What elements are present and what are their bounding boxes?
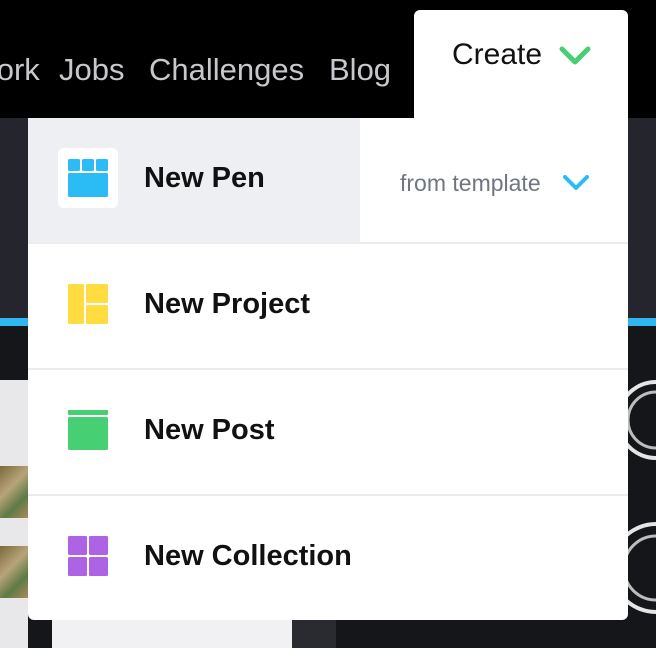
create-label: Create bbox=[452, 38, 543, 71]
collection-grid-icon bbox=[58, 526, 118, 586]
new-project-label: New Project bbox=[144, 288, 310, 320]
from-template-link[interactable]: from template bbox=[400, 168, 541, 198]
blue-divider-line bbox=[0, 318, 28, 326]
menu-item-new-post[interactable]: New Post bbox=[28, 370, 628, 496]
nav-link-challenges[interactable]: Challenges bbox=[149, 50, 304, 90]
create-dropdown-menu: New Pen from template New Project New Po… bbox=[28, 118, 628, 620]
background-thumbnail bbox=[0, 466, 28, 518]
nav-link-jobs[interactable]: Jobs bbox=[59, 50, 124, 90]
blue-divider-line bbox=[628, 318, 656, 326]
pen-grid-icon bbox=[58, 148, 118, 208]
new-post-label: New Post bbox=[144, 414, 275, 446]
background-card bbox=[292, 620, 336, 648]
new-collection-label: New Collection bbox=[144, 540, 352, 572]
new-pen-label: New Pen bbox=[144, 162, 265, 194]
post-icon bbox=[58, 400, 118, 460]
nav-link-work[interactable]: Work bbox=[0, 50, 40, 90]
background-card bbox=[52, 620, 292, 648]
menu-item-new-project[interactable]: New Project bbox=[28, 244, 628, 370]
menu-item-new-pen: New Pen from template bbox=[28, 118, 628, 244]
menu-item-new-collection[interactable]: New Collection bbox=[28, 496, 628, 620]
create-menu-button[interactable]: Create bbox=[414, 10, 628, 122]
chevron-down-icon[interactable] bbox=[562, 174, 590, 192]
background-thumbnail bbox=[0, 546, 28, 598]
nav-link-blog[interactable]: Blog bbox=[329, 50, 391, 90]
chevron-down-icon bbox=[559, 46, 591, 65]
new-pen-button[interactable]: New Pen bbox=[28, 118, 360, 242]
project-layout-icon bbox=[58, 274, 118, 334]
